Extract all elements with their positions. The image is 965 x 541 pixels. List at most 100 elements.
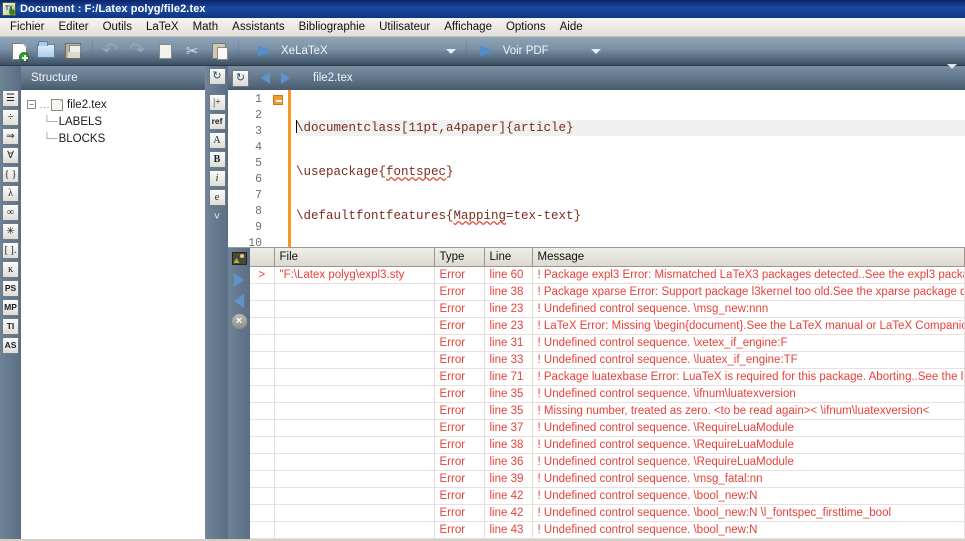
column-header-type[interactable]: Type	[434, 248, 485, 267]
row-line: line 60	[484, 266, 533, 284]
table-row[interactable]: Error line 37 ! Undefined control sequen…	[250, 419, 965, 437]
log-table-container[interactable]: File Type Line Message > "F:\Latex polyg…	[250, 248, 965, 539]
menu-utilisateur[interactable]: Utilisateur	[372, 19, 437, 35]
next-error-button[interactable]	[231, 271, 248, 288]
table-row[interactable]: Error line 71 ! Package luatexbase Error…	[250, 368, 965, 386]
table-row[interactable]: Error line 38 ! Package xparse Error: Su…	[250, 283, 965, 301]
brackets-icon[interactable]: [ ].	[2, 242, 19, 259]
view-combo[interactable]: Voir PDF	[472, 39, 601, 63]
menu-assistants[interactable]: Assistants	[225, 19, 291, 35]
redo-button[interactable]	[125, 39, 151, 63]
big-operators-icon[interactable]: ∞	[2, 204, 19, 221]
asymptote-icon[interactable]: AS	[2, 337, 19, 354]
menu-fichier[interactable]: Fichier	[3, 19, 52, 35]
table-row[interactable]: Error line 42 ! Undefined control sequen…	[250, 504, 965, 522]
row-type: Error	[434, 317, 485, 335]
close-log-button[interactable]: ×	[231, 313, 248, 330]
fold-collapse-marker[interactable]	[273, 95, 283, 105]
table-row[interactable]: Error line 42 ! Undefined control sequen…	[250, 487, 965, 505]
row-line: line 42	[484, 487, 533, 505]
greek-symbols-icon[interactable]: λ	[2, 185, 19, 202]
new-document-button[interactable]	[6, 39, 32, 63]
table-row[interactable]: Error line 38 ! Undefined control sequen…	[250, 436, 965, 454]
misc-symbols-icon[interactable]: ∀	[2, 147, 19, 164]
structure-tree[interactable]: − … file2.tex └─ LABELS └─ BLOCKS	[21, 90, 205, 539]
previous-document-button[interactable]	[255, 68, 275, 88]
view-chevron-down-icon[interactable]	[590, 48, 601, 54]
bold-icon[interactable]: B	[208, 151, 226, 168]
table-row[interactable]: Error line 23 ! Undefined control sequen…	[250, 300, 965, 318]
compile-chevron-down-icon[interactable]	[445, 48, 456, 54]
column-header-marker[interactable]	[250, 248, 275, 267]
table-row[interactable]: Error line 36 ! Undefined control sequen…	[250, 453, 965, 471]
menu-math[interactable]: Math	[186, 19, 226, 35]
menu-affichage[interactable]: Affichage	[437, 19, 499, 35]
current-file-tab[interactable]: file2.tex	[313, 72, 353, 84]
international-symbols-icon[interactable]: ✳	[2, 223, 19, 240]
tree-collapse-toggle[interactable]: −	[27, 100, 36, 109]
menu-options[interactable]: Options	[499, 19, 553, 35]
metapost-icon[interactable]: MP	[2, 299, 19, 316]
spellcheck-icon[interactable]: A	[208, 132, 226, 149]
chevron-down-icon	[947, 64, 957, 86]
menu-editer[interactable]: Editer	[52, 19, 96, 35]
save-button[interactable]	[60, 39, 86, 63]
menu-aide[interactable]: Aide	[553, 19, 590, 35]
relation-symbols-icon[interactable]: ÷	[2, 109, 19, 126]
table-row[interactable]: Error line 35 ! Missing number, treated …	[250, 402, 965, 420]
row-file	[274, 470, 435, 488]
pstricks-icon[interactable]: PS	[2, 280, 19, 297]
arrow-symbols-icon[interactable]: ⇒	[2, 128, 19, 145]
row-type: Error	[434, 504, 485, 522]
table-row[interactable]: Error line 31 ! Undefined control sequen…	[250, 334, 965, 352]
editor-refresh-button[interactable]: ↻	[232, 69, 249, 87]
table-row[interactable]: Error line 43 ! Undefined control sequen…	[250, 521, 965, 539]
table-row[interactable]: Error line 39 ! Undefined control sequen…	[250, 470, 965, 488]
row-marker	[250, 351, 275, 369]
next-document-button[interactable]	[275, 68, 295, 88]
italic-icon[interactable]: i	[208, 170, 226, 187]
previous-error-button[interactable]	[231, 292, 248, 309]
reference-icon[interactable]: ref	[208, 113, 226, 130]
code-text-area[interactable]: \documentclass[11pt,a4paper]{article} \u…	[291, 90, 965, 247]
row-marker	[250, 453, 275, 471]
table-row[interactable]: Error line 23 ! LaTeX Error: Missing \be…	[250, 317, 965, 335]
preview-image-button[interactable]	[231, 250, 248, 267]
tree-root-row[interactable]: − … file2.tex	[27, 96, 205, 113]
run-compile-button[interactable]	[250, 39, 276, 63]
paste-icon	[212, 43, 228, 60]
code-editor[interactable]: 1 2 3 4 5 6 7 8 9 10 \documentclass[11pt…	[228, 90, 965, 248]
list-symbols-icon[interactable]: ☰	[2, 90, 19, 107]
insert-icon[interactable]: |+	[208, 94, 226, 111]
compile-combo[interactable]: XeLaTeX	[250, 39, 456, 63]
menu-latex[interactable]: LaTeX	[139, 19, 186, 35]
tikz-icon[interactable]: TI	[2, 318, 19, 335]
tree-connector-blocks: └─	[43, 132, 58, 145]
tree-item-labels[interactable]: └─ LABELS	[27, 113, 205, 130]
row-line: line 33	[484, 351, 533, 369]
more-icon[interactable]: ˅	[214, 211, 220, 223]
column-header-file[interactable]: File	[274, 248, 435, 267]
save-icon	[65, 43, 81, 59]
fold-column[interactable]	[268, 90, 288, 247]
menu-bibliographie[interactable]: Bibliographie	[292, 19, 373, 35]
table-row[interactable]: Error line 33 ! Undefined control sequen…	[250, 351, 965, 369]
menu-outils[interactable]: Outils	[96, 19, 139, 35]
table-row[interactable]: > "F:\Latex polyg\expl3.sty Error line 6…	[250, 266, 965, 284]
column-header-message[interactable]: Message	[532, 248, 965, 267]
view-pdf-button[interactable]	[472, 39, 498, 63]
user-symbols-icon[interactable]: ĸ	[2, 261, 19, 278]
paste-button[interactable]	[206, 39, 232, 63]
row-message: ! Package expl3 Error: Mismatched LaTeX3…	[532, 266, 965, 284]
cut-button[interactable]: ✂	[179, 39, 205, 63]
emphasis-icon[interactable]: e	[208, 189, 226, 206]
tree-item-blocks[interactable]: └─ BLOCKS	[27, 130, 205, 147]
delimiters-icon[interactable]: { }	[2, 166, 19, 183]
open-document-button[interactable]	[33, 39, 59, 63]
structure-refresh-button[interactable]: ↻	[208, 68, 226, 85]
undo-button[interactable]	[98, 39, 124, 63]
column-header-line[interactable]: Line	[484, 248, 533, 267]
file-list-dropdown[interactable]	[947, 64, 957, 87]
copy-button[interactable]	[152, 39, 178, 63]
table-row[interactable]: Error line 35 ! Undefined control sequen…	[250, 385, 965, 403]
